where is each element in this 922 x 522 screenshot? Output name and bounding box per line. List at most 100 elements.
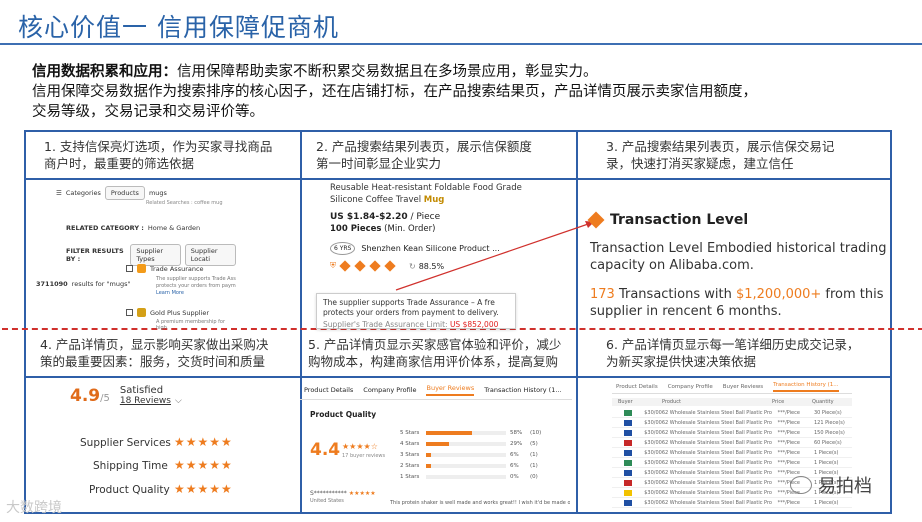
panel-buyer-reviews: Product Details Company Profile Buyer Re… <box>300 380 572 510</box>
transaction-desc-line2: capacity on Alibaba.com. <box>590 258 754 273</box>
rating-bar-fill <box>426 464 431 468</box>
review-count: 17 buyer reviews <box>342 453 386 459</box>
reviews-link[interactable]: 18 Reviews <box>120 396 171 406</box>
rating-stars-services: ★★★★★ <box>174 435 233 449</box>
history-tabs: Product Details Company Profile Buyer Re… <box>612 380 852 394</box>
country-flag-icon <box>623 499 633 506</box>
history-price: ***/Piece <box>777 409 800 416</box>
rating-bar-count: (1) <box>530 452 538 458</box>
rating-bar-pct: 58% <box>510 430 523 436</box>
rating-bar-count: (0) <box>530 474 538 480</box>
rating-bar-row: 4 Stars 29% (5) <box>400 441 538 447</box>
country-flag-icon <box>623 409 633 416</box>
transaction-count: 173 <box>590 287 615 302</box>
rating-satisfied: Satisfied <box>119 385 164 396</box>
review-text: This protein shaker is well made and wor… <box>390 500 570 506</box>
rating-label-shipping: Shipping Time <box>93 460 168 472</box>
rating-bar-row: 2 Stars 6% (1) <box>400 463 538 469</box>
watermark-right: 易拍档 <box>790 472 872 498</box>
rating-bar-fill <box>426 453 431 457</box>
rating-bar-track <box>426 475 506 479</box>
country-flag-icon <box>623 489 633 496</box>
rating-bar-pct: 6% <box>510 452 519 458</box>
rating-bar-row: 3 Stars 6% (1) <box>400 452 538 458</box>
rating-out-of: /5 <box>100 392 110 404</box>
country-flag-icon <box>623 479 633 486</box>
tab-buyer-reviews[interactable]: Buyer Reviews <box>723 384 763 390</box>
watermark-left-text: 大数跨境 <box>6 500 62 516</box>
transaction-end: from this <box>821 287 884 302</box>
review-user-stars: ★★★★★ <box>348 490 376 497</box>
rating-bar-label: 2 Stars <box>400 463 420 469</box>
history-qty: 150 Piece(s) <box>813 429 845 436</box>
history-row: $30/0062 Wholesale Stainless Steel Ball … <box>612 458 852 468</box>
watermark-left: 大数跨境 <box>6 497 62 517</box>
history-price: ***/Piece <box>777 429 800 436</box>
tab-company-profile[interactable]: Company Profile <box>363 386 416 394</box>
rating-stars-quality: ★★★★★ <box>174 482 233 496</box>
rating-bar-count: (10) <box>530 430 542 436</box>
history-row: $30/0062 Wholesale Stainless Steel Ball … <box>612 418 852 428</box>
history-price: ***/Piece <box>777 459 800 466</box>
country-flag-icon <box>623 469 633 476</box>
history-product: $30/0062 Wholesale Stainless Steel Ball … <box>644 479 772 486</box>
panel-supplier-rating: 4.9/5 Satisfied 18 Reviews ⌵ <box>70 385 250 406</box>
panel-transaction-level: Transaction Level Transaction Level Embo… <box>587 211 890 320</box>
transaction-amount: $1,200,000+ <box>735 287 822 302</box>
history-row: $30/0062 Wholesale Stainless Steel Ball … <box>612 448 852 458</box>
history-product: $30/0062 Wholesale Stainless Steel Ball … <box>644 449 772 456</box>
tab-transaction-history[interactable]: Transaction History (1... <box>484 386 561 394</box>
review-tabs: Product Details Company Profile Buyer Re… <box>300 380 572 400</box>
history-price: ***/Piece <box>777 439 800 446</box>
rating-score: 4.9/5 <box>70 386 110 406</box>
history-qty: 121 Piece(s) <box>813 419 845 426</box>
col-buyer: Buyer <box>618 399 633 405</box>
transaction-desc-line1: Transaction Level Embodied historical tr… <box>590 241 887 256</box>
country-flag-icon <box>623 419 633 426</box>
country-flag-icon <box>623 439 633 446</box>
rating-bar-label: 4 Stars <box>400 441 420 447</box>
col-price: Price <box>772 399 785 405</box>
history-header: Buyer Product Price Quantity <box>612 398 852 406</box>
wechat-icon <box>790 476 812 494</box>
history-row: $30/0062 Wholesale Stainless Steel Ball … <box>612 408 852 418</box>
country-flag-icon <box>623 429 633 436</box>
tab-product-details[interactable]: Product Details <box>304 386 353 394</box>
product-quality-heading: Product Quality <box>310 410 377 419</box>
rating-bar-fill <box>426 442 450 446</box>
review-stars: ★★★★☆ <box>342 442 378 451</box>
history-qty: 1 Piece(s) <box>813 499 839 506</box>
tab-transaction-history[interactable]: Transaction History (1... <box>773 382 839 392</box>
history-row: $30/0062 Wholesale Stainless Steel Ball … <box>612 498 852 508</box>
history-qty: 1 Piece(s) <box>813 459 839 466</box>
history-product: $30/0062 Wholesale Stainless Steel Ball … <box>644 429 772 436</box>
review-user-name: S*********** <box>310 490 347 497</box>
tab-buyer-reviews[interactable]: Buyer Reviews <box>426 384 475 396</box>
history-price: ***/Piece <box>777 499 800 506</box>
tab-company-profile[interactable]: Company Profile <box>668 384 713 390</box>
col-product: Product <box>662 399 681 405</box>
history-price: ***/Piece <box>777 449 800 456</box>
history-row: $30/0062 Wholesale Stainless Steel Ball … <box>612 438 852 448</box>
history-qty: 1 Piece(s) <box>813 449 839 456</box>
rating-bar-track <box>426 453 506 457</box>
rating-bar-pct: 0% <box>510 474 519 480</box>
history-row: $30/0062 Wholesale Stainless Steel Ball … <box>612 428 852 438</box>
review-country: United States <box>310 498 344 504</box>
chevron-down-icon[interactable]: ⌵ <box>175 396 182 406</box>
transaction-mid: Transactions with <box>614 287 736 302</box>
rating-label-quality: Product Quality <box>89 484 170 496</box>
rating-label-services: Supplier Services <box>80 437 171 449</box>
rating-stars-shipping: ★★★★★ <box>174 458 233 472</box>
rating-bar-track <box>426 442 506 446</box>
watermark-right-text: 易拍档 <box>818 476 872 497</box>
country-flag-icon <box>623 459 633 466</box>
rating-bar-label: 3 Stars <box>400 452 420 458</box>
tab-product-details[interactable]: Product Details <box>616 384 658 390</box>
history-product: $30/0062 Wholesale Stainless Steel Ball … <box>644 419 772 426</box>
history-price: ***/Piece <box>777 419 800 426</box>
history-product: $30/0062 Wholesale Stainless Steel Ball … <box>644 459 772 466</box>
country-flag-icon <box>623 449 633 456</box>
history-product: $30/0062 Wholesale Stainless Steel Ball … <box>644 499 772 506</box>
review-user: S*********** ★★★★★ <box>310 490 376 497</box>
